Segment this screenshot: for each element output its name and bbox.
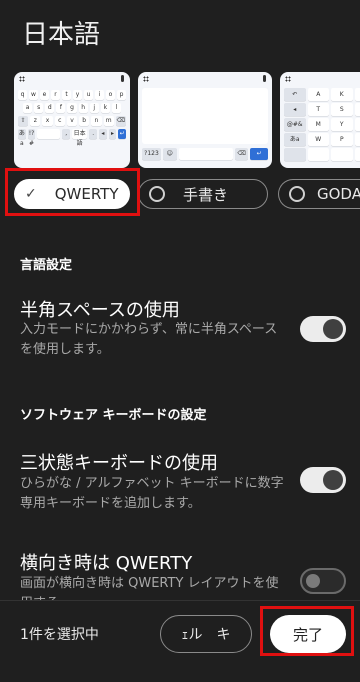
setting-title: 三状態キーボードの使用 [20,453,218,474]
keyboard-key: u [84,90,93,100]
grid-icon [285,76,291,82]
keyboard-key: c [54,116,65,126]
keyboard-key: . [89,129,98,139]
keyboard-key: H [354,88,360,101]
keyboard-key: i [95,90,104,100]
keyboard-key [284,148,306,161]
setting-description: 入力モードにかかわらず、常に半角スペースを使用します。 [20,322,278,357]
keyboard-key: ⌫ [115,116,126,126]
setting-description: ひらがな / アルファベット キーボードに数字専用キーボードを追加します。 [20,476,284,511]
keyboard-key: n [91,116,102,126]
keyboard-key: l [111,103,121,113]
keyboard-key: h [78,103,88,113]
landscape-qwerty-toggle[interactable] [300,568,346,594]
keyboard-key: あa [18,129,26,147]
layout-chip-handwriting[interactable]: 手書き [138,179,268,209]
section-header-software-keyboard: ソフトウェア キーボードの設定 [20,408,207,423]
grid-icon [143,76,149,82]
layout-chip-godan[interactable]: GODAN [278,179,360,209]
keyboard-key: f [56,103,66,113]
keyboard-key: ↶ [284,88,306,101]
keyboard-key: ↵ [118,129,127,139]
keyboard-key: A [307,88,329,101]
setting-title: 横向き時は QWERTY [20,553,193,574]
setting-title: 半角スペースの使用 [20,300,180,321]
secondary-button[interactable]: ｪル キ [160,615,252,653]
keyboard-key: T [307,103,329,116]
radio-button-icon [149,186,165,202]
keyboard-key: N [354,103,360,116]
keyboard-key [354,148,360,161]
keyboard-key: p [117,90,126,100]
keyboard-key: m [103,116,114,126]
keyboard-key: Y [331,118,353,131]
mic-icon [121,75,124,82]
keyboard-key [37,129,61,139]
keyboard-key: @#& [284,118,306,131]
keyboard-key: v [66,116,78,126]
keyboard-key [331,148,353,161]
keyboard-key: d [45,103,55,113]
keyboard-key: 日本語 [72,129,88,147]
keyboard-preview-qwerty[interactable]: qwertyuiop asdfghjkl ⇧ z x c v b n m ⌫ あa !?#, 日本語… [14,72,130,168]
selection-count: 1件を選択中 [20,627,99,643]
keyboard-key: ◂ [99,129,107,139]
key: ?123 [142,148,161,160]
keyboard-key: P [331,133,353,146]
space-key [178,148,233,160]
backspace-key: ⌫ [234,148,249,160]
keyboard-key: r [51,90,60,100]
mic-icon [263,75,266,82]
keyboard-key: b [79,116,90,126]
keyboard-key: j [89,103,99,113]
keyboard-key: あa [284,133,306,146]
keyboard-key: w [29,90,38,100]
layout-chip-label: GODAN [317,185,360,203]
keyboard-key: k [100,103,110,113]
keyboard-key: ◂ [284,103,306,116]
keyboard-preview-godan[interactable]: ↶AKH ◂TSN @#&MYR あaWP⌫ [280,72,360,168]
highlight-box [5,168,140,216]
enter-key: ↵ [250,148,268,160]
keyboard-key: y [73,90,82,100]
keyboard-key [307,148,329,161]
keyboard-key: K [331,88,353,101]
keyboard-key: q [18,90,27,100]
radio-button-icon [289,186,305,202]
half-space-toggle[interactable] [300,316,346,342]
keyboard-key: S [331,103,353,116]
highlight-box [260,606,354,656]
page-title: 日本語 [22,20,101,50]
keyboard-key: ▸ [108,129,117,139]
layout-chip-label: 手書き [183,185,229,204]
keyboard-key: t [62,90,71,100]
keyboard-key: x [42,116,53,126]
keyboard-key: s [34,103,44,113]
toggle-knob [323,470,343,490]
toggle-knob [323,319,343,339]
toggle-knob [306,574,320,588]
keyboard-key: M [307,118,329,131]
keyboard-key: ⇧ [18,116,29,126]
tristate-toggle[interactable] [300,467,346,493]
keyboard-key: z [30,116,41,126]
handwriting-canvas [142,88,268,144]
keyboard-key: g [67,103,77,113]
keyboard-key: !?# [27,129,36,147]
keyboard-key: ⌫ [354,133,360,146]
emoji-key: ☺ [162,148,177,160]
section-header-language: 言語設定 [20,258,73,273]
keyboard-key: a [23,103,33,113]
keyboard-preview-handwriting[interactable]: ?123 ☺ ⌫ ↵ [138,72,272,168]
keyboard-key: e [40,90,49,100]
grid-icon [19,76,25,82]
keyboard-key: , [62,129,71,139]
keyboard-preview-strip[interactable]: qwertyuiop asdfghjkl ⇧ z x c v b n m ⌫ あa !?#, 日本語… [0,72,360,168]
keyboard-key: R [354,118,360,131]
keyboard-key: W [307,133,329,146]
keyboard-key: o [106,90,115,100]
